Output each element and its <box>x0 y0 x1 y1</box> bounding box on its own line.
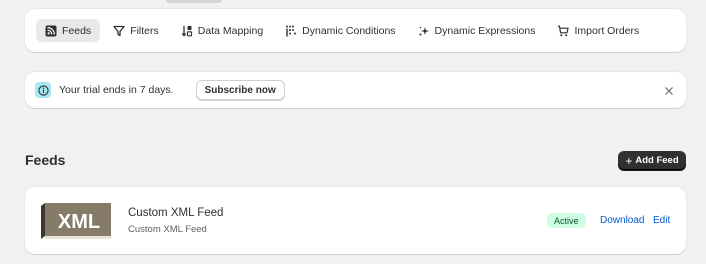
feed-subtitle: Custom XML Feed <box>128 224 207 235</box>
tab-label: Import Orders <box>574 24 640 37</box>
tab-label: Filters <box>130 24 159 37</box>
tab-dynamic-conditions[interactable]: Dynamic Conditions <box>276 19 404 42</box>
page-title: Feeds <box>25 152 66 168</box>
subscribe-button[interactable]: Subscribe now <box>195 80 285 100</box>
trial-banner: Your trial ends in 7 days. Subscribe now <box>25 72 686 108</box>
info-icon <box>35 82 51 98</box>
tab-label: Dynamic Expressions <box>434 24 536 37</box>
xml-thumbnail: XML <box>41 203 111 239</box>
edit-link[interactable]: Edit <box>653 215 670 226</box>
status-badge: Active <box>547 213 586 228</box>
tab-import-orders[interactable]: Import Orders <box>548 19 648 42</box>
add-feed-label: Add Feed <box>635 155 679 166</box>
tab-label: Dynamic Conditions <box>302 24 396 37</box>
conditions-icon <box>285 25 297 37</box>
tab-dynamic-expressions[interactable]: Dynamic Expressions <box>409 19 545 42</box>
tab-filters[interactable]: Filters <box>104 19 168 42</box>
sort-icon <box>181 25 193 37</box>
top-tab-stub <box>166 0 222 3</box>
add-feed-button[interactable]: + Add Feed <box>618 151 686 170</box>
tab-label: Data Mapping <box>197 24 264 37</box>
cart-icon <box>557 25 570 37</box>
close-icon[interactable] <box>663 84 675 96</box>
filter-icon <box>113 25 125 37</box>
tab-data-mapping[interactable]: Data Mapping <box>172 19 272 42</box>
feed-card: XML Custom XML Feed Custom XML Feed Acti… <box>25 187 686 254</box>
download-link[interactable]: Download <box>600 215 644 226</box>
thumb-text: XML <box>58 211 100 233</box>
plus-icon: + <box>625 153 633 168</box>
trial-message: Your trial ends in 7 days. <box>59 84 174 96</box>
sparkle-icon <box>418 25 430 37</box>
tab-label: Feeds <box>62 24 92 37</box>
feed-name[interactable]: Custom XML Feed <box>128 207 223 219</box>
nav-bar: Feeds Filters Data Mapping Dynamic Condi… <box>25 9 686 52</box>
rss-icon <box>45 25 57 37</box>
tab-feeds[interactable]: Feeds <box>36 19 101 42</box>
